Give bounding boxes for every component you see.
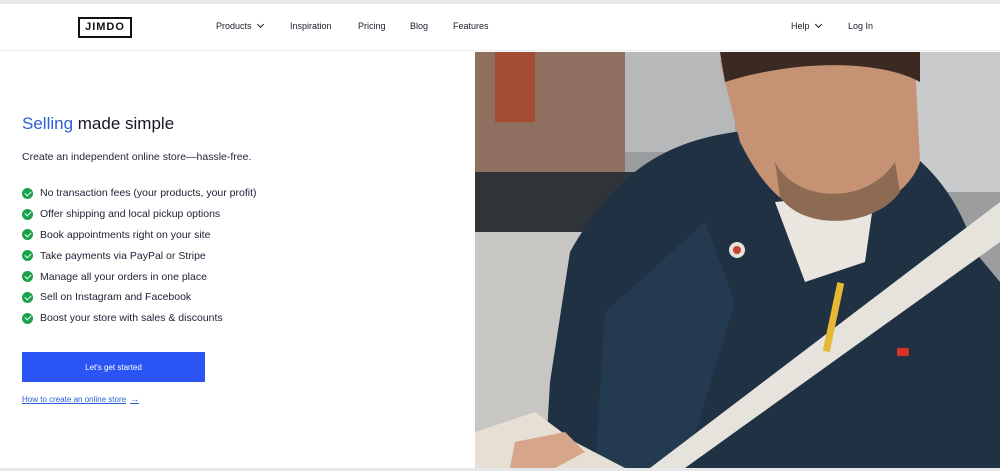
feature-list: No transaction fees (your products, your…: [22, 183, 257, 329]
nav-login[interactable]: Log In: [848, 21, 873, 31]
feature-text: Offer shipping and local pickup options: [40, 208, 221, 221]
check-circle-icon: [22, 250, 33, 262]
nav-features-label: Features: [453, 21, 489, 31]
nav-blog-label: Blog: [410, 21, 429, 31]
nav-pricing-label: Pricing: [358, 21, 386, 31]
check-circle-icon: [22, 291, 33, 303]
feature-text: No transaction fees (your products, your…: [40, 187, 257, 200]
nav-inspiration[interactable]: Inspiration: [290, 21, 332, 31]
check-circle-icon: [22, 229, 33, 241]
nav-help-label: Help: [791, 21, 810, 31]
feature-text: Manage all your orders in one place: [40, 270, 207, 283]
check-circle-icon: [22, 208, 33, 220]
nav-features[interactable]: Features: [453, 21, 489, 31]
nav-blog[interactable]: Blog: [410, 21, 428, 31]
feature-item: Manage all your orders in one place: [22, 266, 257, 287]
arrow-right-icon: →: [130, 394, 140, 404]
chevron-down-icon: [256, 20, 264, 29]
feature-item: Book appointments right on your site: [22, 225, 257, 246]
nav-help[interactable]: Help: [791, 20, 822, 31]
navbar: JIMDO Products Inspiration Pricing Blog …: [0, 4, 1000, 51]
feature-text: Take payments via PayPal or Stripe: [40, 249, 206, 262]
how-to-link-label: How to create an online store: [22, 394, 127, 404]
nav-login-label: Log In: [848, 21, 874, 31]
hero-photo-illustration: [475, 52, 1000, 468]
feature-item: Take payments via PayPal or Stripe: [22, 245, 257, 266]
feature-item: Boost your store with sales & discounts: [22, 308, 257, 329]
how-to-create-store-link[interactable]: How to create an online store →: [22, 394, 139, 404]
hero-title: Selling made simple: [22, 114, 174, 134]
feature-text: Book appointments right on your site: [40, 228, 211, 241]
hero-photo: [475, 52, 1000, 468]
check-circle-icon: [22, 271, 33, 283]
hero-title-rest: made simple: [73, 114, 175, 133]
check-circle-icon: [22, 187, 33, 199]
feature-text: Sell on Instagram and Facebook: [40, 291, 192, 304]
get-started-button[interactable]: Let's get started: [22, 352, 205, 382]
nav-pricing[interactable]: Pricing: [358, 21, 386, 31]
jimdo-logo[interactable]: JIMDO: [78, 17, 132, 38]
feature-item: Offer shipping and local pickup options: [22, 204, 257, 225]
chevron-down-icon: [814, 20, 822, 29]
check-circle-icon: [22, 312, 33, 324]
feature-text: Boost your store with sales & discounts: [40, 312, 223, 325]
hero-subtitle: Create an independent online store—hassl…: [22, 151, 252, 163]
feature-item: No transaction fees (your products, your…: [22, 183, 257, 204]
nav-products[interactable]: Products: [216, 20, 264, 31]
nav-inspiration-label: Inspiration: [290, 21, 332, 31]
hero-title-accent: Selling: [22, 114, 74, 133]
feature-item: Sell on Instagram and Facebook: [22, 287, 257, 308]
nav-products-label: Products: [216, 21, 252, 31]
